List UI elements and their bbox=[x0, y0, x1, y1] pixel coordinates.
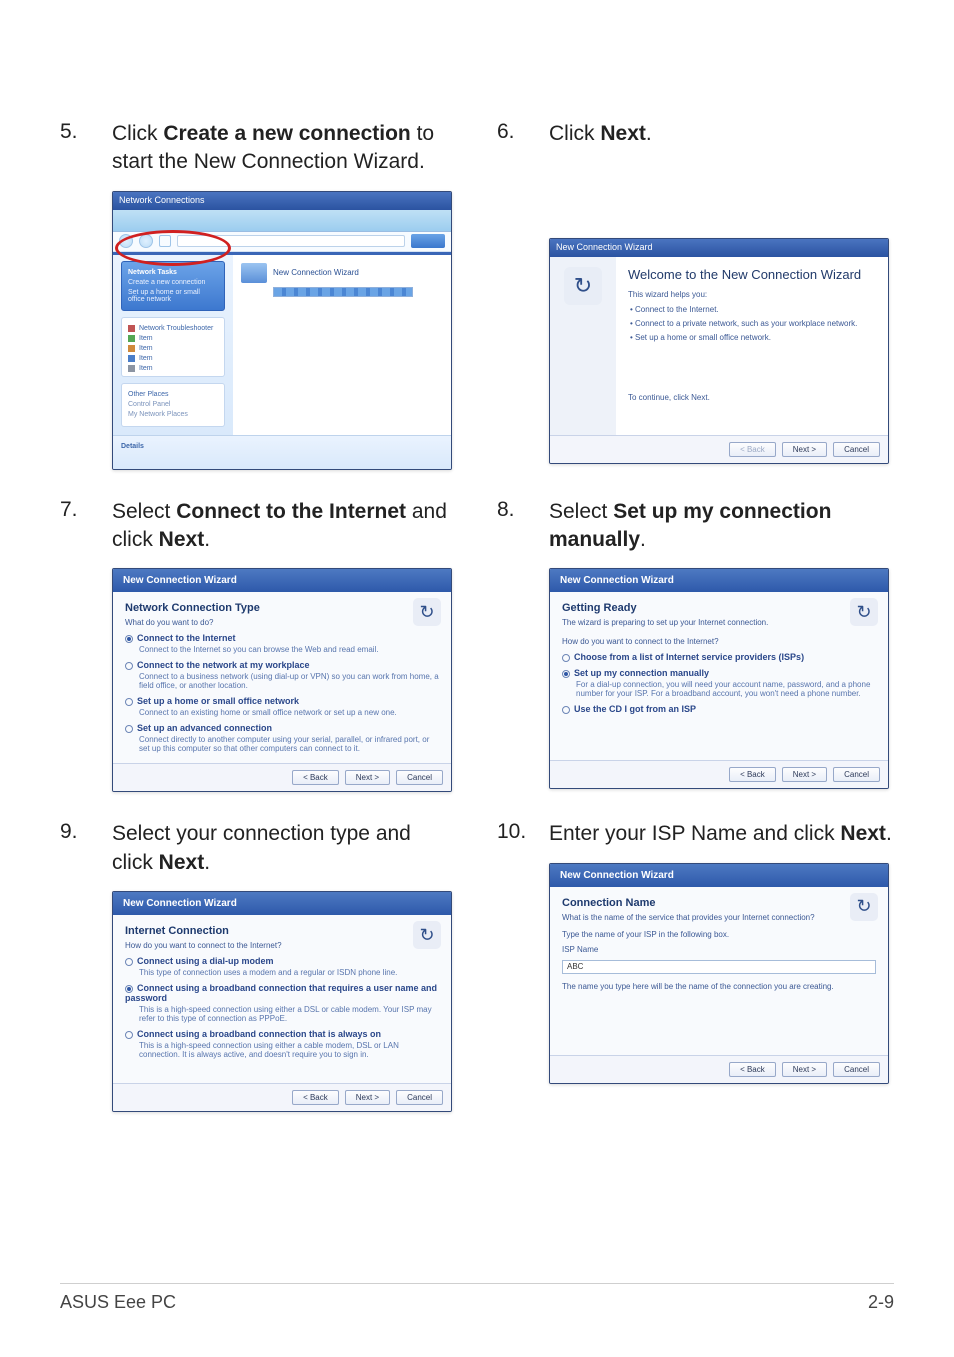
back-button[interactable]: < Back bbox=[729, 767, 776, 782]
highlight-circle bbox=[115, 230, 231, 266]
step10-num: 10. bbox=[497, 820, 531, 844]
screenshot-getting-ready: New Connection Wizard ↻ Getting Ready Th… bbox=[549, 568, 889, 789]
back-button[interactable]: < Back bbox=[292, 770, 339, 785]
cancel-button[interactable]: Cancel bbox=[396, 770, 443, 785]
screenshot-network-connections: Network Connections Network Tasks bbox=[112, 191, 452, 470]
isp-name-input[interactable]: ABC bbox=[562, 960, 876, 974]
wizard-icon: ↻ bbox=[564, 267, 602, 305]
step9-text: Select your connection type and click Ne… bbox=[112, 820, 457, 877]
next-button[interactable]: Next > bbox=[345, 1090, 390, 1105]
screenshot-wizard-welcome: New Connection Wizard ↻ Welcome to the N… bbox=[549, 238, 889, 464]
back-button[interactable]: < Back bbox=[292, 1090, 339, 1105]
step6-num: 6. bbox=[497, 120, 531, 144]
cancel-button[interactable]: Cancel bbox=[833, 442, 880, 457]
wizard-icon: ↻ bbox=[413, 921, 441, 949]
cancel-button[interactable]: Cancel bbox=[833, 767, 880, 782]
next-button[interactable]: Next > bbox=[345, 770, 390, 785]
step7-text: Select Connect to the Internet and click… bbox=[112, 498, 457, 555]
cancel-button[interactable]: Cancel bbox=[833, 1062, 880, 1077]
wizard-icon: ↻ bbox=[850, 598, 878, 626]
back-button[interactable]: < Back bbox=[729, 442, 776, 457]
step6-text: Click Next. bbox=[549, 120, 652, 148]
step8-num: 8. bbox=[497, 498, 531, 522]
step7-num: 7. bbox=[60, 498, 94, 522]
screenshot-connection-type: New Connection Wizard ↻ Network Connecti… bbox=[112, 568, 452, 792]
next-button[interactable]: Next > bbox=[782, 1062, 827, 1077]
screenshot-internet-connection: New Connection Wizard ↻ Internet Connect… bbox=[112, 891, 452, 1112]
step5-num: 5. bbox=[60, 120, 94, 144]
step9-num: 9. bbox=[60, 820, 94, 844]
screenshot-connection-name: New Connection Wizard ↻ Connection Name … bbox=[549, 863, 889, 1084]
back-button[interactable]: < Back bbox=[729, 1062, 776, 1077]
wizard-icon: ↻ bbox=[413, 598, 441, 626]
next-button[interactable]: Next > bbox=[782, 767, 827, 782]
step5-text: Click Create a new connection to start t… bbox=[112, 120, 457, 177]
step10-text: Enter your ISP Name and click Next. bbox=[549, 820, 892, 848]
next-button[interactable]: Next > bbox=[782, 442, 827, 457]
step8-text: Select Set up my connection manually. bbox=[549, 498, 894, 555]
wizard-icon: ↻ bbox=[850, 893, 878, 921]
footer-left: ASUS Eee PC bbox=[60, 1292, 176, 1313]
footer-right: 2-9 bbox=[868, 1292, 894, 1313]
cancel-button[interactable]: Cancel bbox=[396, 1090, 443, 1105]
